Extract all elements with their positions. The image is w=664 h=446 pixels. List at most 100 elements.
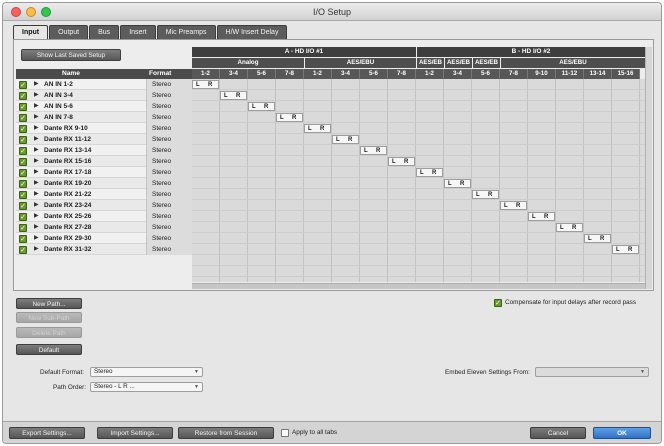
path-name[interactable]: Dante RX 29-30 xyxy=(44,233,91,244)
path-name[interactable]: Dante RX 25-26 xyxy=(44,211,91,222)
delete-path-button[interactable]: Delete Path xyxy=(16,327,82,338)
path-name[interactable]: Dante RX 11-12 xyxy=(44,134,91,145)
path-format[interactable]: Stereo xyxy=(146,112,192,123)
expand-triangle-icon[interactable]: ▶ xyxy=(34,101,39,112)
path-name[interactable]: Dante RX 13-14 xyxy=(44,145,91,156)
tab-bus[interactable]: Bus xyxy=(89,25,120,39)
path-name[interactable]: AN IN 3-4 xyxy=(44,90,73,101)
expand-triangle-icon[interactable]: ▶ xyxy=(34,112,39,123)
channel-assignment-block[interactable]: LR xyxy=(360,146,387,155)
tab-input[interactable]: Input xyxy=(13,25,49,39)
path-name[interactable]: Dante RX 27-28 xyxy=(44,222,91,233)
path-row[interactable]: ✓ ▶ Dante RX 15-16 Stereo xyxy=(16,156,192,167)
expand-triangle-icon[interactable]: ▶ xyxy=(34,134,39,145)
expand-triangle-icon[interactable]: ▶ xyxy=(34,222,39,233)
path-format[interactable]: Stereo xyxy=(146,178,192,189)
path-format[interactable]: Stereo xyxy=(146,79,192,90)
path-name[interactable]: Dante RX 9-10 xyxy=(44,123,88,134)
path-enabled-checkbox[interactable]: ✓ xyxy=(19,246,27,254)
channel-assignment-block[interactable]: LR xyxy=(556,223,583,232)
path-name[interactable]: AN IN 1-2 xyxy=(44,79,73,90)
cancel-button[interactable]: Cancel xyxy=(530,427,586,439)
path-row[interactable]: ✓ ▶ AN IN 3-4 Stereo xyxy=(16,90,192,101)
new-subpath-button[interactable]: New Sub-Path xyxy=(16,312,82,323)
path-row[interactable]: ✓ ▶ Dante RX 31-32 Stereo xyxy=(16,244,192,255)
embed-settings-select[interactable]: ▼ xyxy=(535,367,649,377)
channel-assignment-block[interactable]: LR xyxy=(500,201,527,210)
tab-hw-insert-delay[interactable]: H/W Insert Delay xyxy=(216,25,288,39)
expand-triangle-icon[interactable]: ▶ xyxy=(34,90,39,101)
path-enabled-checkbox[interactable]: ✓ xyxy=(19,136,27,144)
path-name[interactable]: Dante RX 17-18 xyxy=(44,167,91,178)
path-name[interactable]: Dante RX 19-20 xyxy=(44,178,91,189)
expand-triangle-icon[interactable]: ▶ xyxy=(34,178,39,189)
expand-triangle-icon[interactable]: ▶ xyxy=(34,211,39,222)
vertical-scrollbar[interactable] xyxy=(645,47,652,289)
path-row[interactable]: ✓ ▶ Dante RX 17-18 Stereo xyxy=(16,167,192,178)
expand-triangle-icon[interactable]: ▶ xyxy=(34,233,39,244)
channel-assignment-block[interactable]: LR xyxy=(528,212,555,221)
new-path-button[interactable]: New Path... xyxy=(16,298,82,309)
channel-assignment-block[interactable]: LR xyxy=(276,113,303,122)
channel-assignment-block[interactable]: LR xyxy=(416,168,443,177)
path-enabled-checkbox[interactable]: ✓ xyxy=(19,103,27,111)
path-row[interactable]: ✓ ▶ Dante RX 9-10 Stereo xyxy=(16,123,192,134)
path-row[interactable]: ✓ ▶ Dante RX 23-24 Stereo xyxy=(16,200,192,211)
path-format[interactable]: Stereo xyxy=(146,123,192,134)
path-order-select[interactable]: Stereo - L R ... ▼ xyxy=(90,382,203,392)
path-name[interactable]: Dante RX 15-16 xyxy=(44,156,91,167)
path-enabled-checkbox[interactable]: ✓ xyxy=(19,169,27,177)
path-enabled-checkbox[interactable]: ✓ xyxy=(19,81,27,89)
path-enabled-checkbox[interactable]: ✓ xyxy=(19,158,27,166)
restore-from-session-button[interactable]: Restore from Session xyxy=(178,427,274,439)
default-button[interactable]: Default xyxy=(16,344,82,355)
expand-triangle-icon[interactable]: ▶ xyxy=(34,156,39,167)
path-name[interactable]: Dante RX 21-22 xyxy=(44,189,91,200)
path-row[interactable]: ✓ ▶ AN IN 7-8 Stereo xyxy=(16,112,192,123)
expand-triangle-icon[interactable]: ▶ xyxy=(34,200,39,211)
tab-output[interactable]: Output xyxy=(49,25,89,39)
path-format[interactable]: Stereo xyxy=(146,134,192,145)
expand-triangle-icon[interactable]: ▶ xyxy=(34,244,39,255)
channel-assignment-block[interactable]: LR xyxy=(332,135,359,144)
path-name[interactable]: AN IN 7-8 xyxy=(44,112,73,123)
path-enabled-checkbox[interactable]: ✓ xyxy=(19,224,27,232)
path-format[interactable]: Stereo xyxy=(146,101,192,112)
ok-button[interactable]: OK xyxy=(593,427,651,439)
show-last-saved-setup-button[interactable]: Show Last Saved Setup xyxy=(21,49,121,61)
path-row[interactable]: ✓ ▶ Dante RX 19-20 Stereo xyxy=(16,178,192,189)
path-name[interactable]: AN IN 5-6 xyxy=(44,101,73,112)
assignment-grid[interactable]: LRLRLRLRLRLRLRLRLRLRLRLRLRLRLRLR xyxy=(192,79,645,282)
channel-assignment-block[interactable]: LR xyxy=(248,102,275,111)
path-enabled-checkbox[interactable]: ✓ xyxy=(19,92,27,100)
path-row[interactable]: ✓ ▶ Dante RX 25-26 Stereo xyxy=(16,211,192,222)
path-enabled-checkbox[interactable]: ✓ xyxy=(19,147,27,155)
tab-insert[interactable]: Insert xyxy=(120,25,156,39)
expand-triangle-icon[interactable]: ▶ xyxy=(34,189,39,200)
path-enabled-checkbox[interactable]: ✓ xyxy=(19,180,27,188)
path-row[interactable]: ✓ ▶ AN IN 1-2 Stereo xyxy=(16,79,192,90)
channel-assignment-block[interactable]: LR xyxy=(584,234,611,243)
path-format[interactable]: Stereo xyxy=(146,244,192,255)
compensate-checkbox[interactable]: ✓ xyxy=(494,299,502,307)
path-format[interactable]: Stereo xyxy=(146,211,192,222)
path-enabled-checkbox[interactable]: ✓ xyxy=(19,125,27,133)
path-name[interactable]: Dante RX 31-32 xyxy=(44,244,91,255)
horizontal-scrollbar[interactable] xyxy=(192,283,645,289)
tab-mic-preamps[interactable]: Mic Preamps xyxy=(156,25,216,39)
expand-triangle-icon[interactable]: ▶ xyxy=(34,167,39,178)
export-settings-button[interactable]: Export Settings... xyxy=(9,427,85,439)
channel-assignment-block[interactable]: LR xyxy=(192,80,219,89)
expand-triangle-icon[interactable]: ▶ xyxy=(34,79,39,90)
path-enabled-checkbox[interactable]: ✓ xyxy=(19,191,27,199)
path-format[interactable]: Stereo xyxy=(146,156,192,167)
path-enabled-checkbox[interactable]: ✓ xyxy=(19,114,27,122)
path-format[interactable]: Stereo xyxy=(146,233,192,244)
expand-triangle-icon[interactable]: ▶ xyxy=(34,145,39,156)
channel-assignment-block[interactable]: LR xyxy=(304,124,331,133)
path-row[interactable]: ✓ ▶ Dante RX 13-14 Stereo xyxy=(16,145,192,156)
import-settings-button[interactable]: Import Settings... xyxy=(97,427,173,439)
path-format[interactable]: Stereo xyxy=(146,200,192,211)
path-name[interactable]: Dante RX 23-24 xyxy=(44,200,91,211)
path-row[interactable]: ✓ ▶ AN IN 5-6 Stereo xyxy=(16,101,192,112)
